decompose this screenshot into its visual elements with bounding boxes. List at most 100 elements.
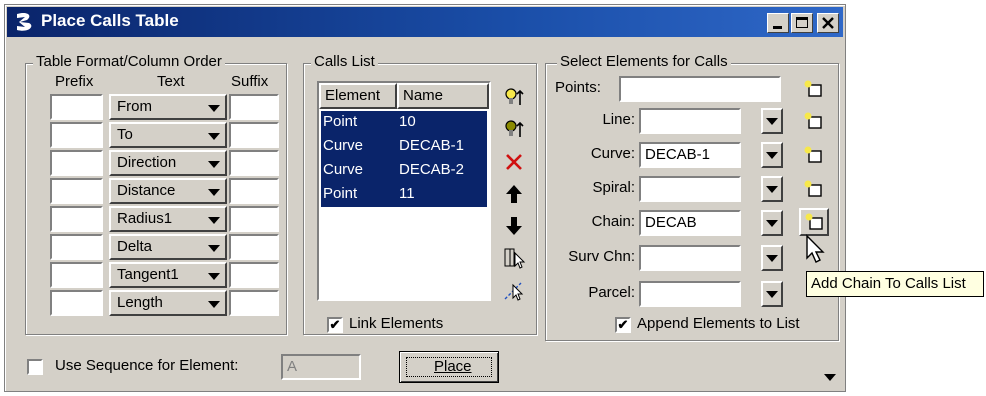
place-calls-table-window: Place Calls Table Table Format/Column Or… [4,4,846,392]
suffix-input-6[interactable] [229,234,279,260]
text-combo-5[interactable]: Radius1 [109,206,227,232]
chain-label: Chain: [591,213,635,230]
close-button[interactable] [817,13,839,33]
curve-label: Curve: [590,145,635,162]
chevron-down-icon [766,152,778,159]
suffix-input-2[interactable] [229,122,279,148]
use-sequence-checkbox[interactable] [27,359,43,375]
chevron-down-icon [766,255,778,262]
text-combo-7[interactable]: Tangent1 [109,262,227,288]
suffix-input-7[interactable] [229,262,279,288]
prefix-header: Prefix [55,73,94,90]
window-title: Place Calls Table [41,11,179,30]
maximize-button[interactable] [791,13,813,33]
text-combo-2[interactable]: To [109,122,227,148]
prefix-input-4[interactable] [50,178,103,204]
spiral-input[interactable] [639,176,741,202]
chevron-down-icon [208,189,220,196]
chevron-down-icon [208,273,220,280]
surv-chn-input[interactable] [639,245,741,271]
sequence-input[interactable]: A [281,354,361,380]
line-dropdown-button[interactable] [761,108,783,134]
prefix-input-6[interactable] [50,234,103,260]
prefix-input-3[interactable] [50,150,103,176]
add-single-element-icon[interactable] [501,85,527,111]
append-elements-checkbox[interactable]: ✔ [615,317,631,333]
use-sequence-label: Use Sequence for Element: [55,357,239,374]
mouse-cursor-icon [806,234,825,263]
text-combo-4[interactable]: Distance [109,178,227,204]
prefix-input-7[interactable] [50,262,103,288]
delete-icon[interactable] [501,149,527,175]
surv-chn-label: Surv Chn: [568,248,635,265]
add-all-elements-icon[interactable] [501,117,527,143]
suffix-input-8[interactable] [229,290,279,316]
line-label: Line: [602,111,635,128]
surv-chn-dropdown-button[interactable] [761,245,783,271]
chevron-down-icon [766,186,778,193]
parcel-dropdown-button[interactable] [761,281,783,307]
text-combo-8[interactable]: Length [109,290,227,316]
curve-dropdown-button[interactable] [761,142,783,168]
list-item[interactable]: Point 11 [321,183,487,207]
chevron-down-icon [208,133,220,140]
curve-input[interactable]: DECAB-1 [639,142,741,168]
table-format-group-title: Table Format/Column Order [33,53,225,70]
chevron-down-icon [766,118,778,125]
points-input[interactable] [619,76,781,102]
text-combo-1[interactable]: From [109,94,227,120]
locate-line-icon[interactable] [801,109,827,135]
append-elements-label: Append Elements to List [637,315,800,332]
locate-points-icon[interactable] [801,77,827,103]
close-icon [822,17,834,29]
title-bar[interactable]: Place Calls Table [7,7,843,37]
calls-list[interactable]: Element Name Point 10 Curve DECAB-1 Curve D… [317,81,491,301]
minimize-button[interactable] [767,13,789,33]
spiral-label: Spiral: [592,179,635,196]
text-combo-3[interactable]: Direction [109,150,227,176]
chain-dropdown-button[interactable] [761,210,783,236]
list-item[interactable]: Curve DECAB-1 [321,135,487,159]
locate-chain-icon [805,213,823,230]
suffix-input-5[interactable] [229,206,279,232]
prefix-input-5[interactable] [50,206,103,232]
parcel-input[interactable] [639,281,741,307]
locate-curve-icon[interactable] [801,143,827,169]
list-item[interactable]: Point 10 [321,111,487,135]
calls-list-group-title: Calls List [311,53,378,70]
expand-arrow-icon[interactable] [823,373,837,383]
chevron-down-icon [208,301,220,308]
add-chain-button[interactable] [799,208,829,236]
identify-element-icon[interactable] [501,245,527,271]
chevron-down-icon [208,245,220,252]
select-elements-icon[interactable] [501,277,527,303]
link-elements-checkbox[interactable]: ✔ [327,317,343,333]
chevron-down-icon [208,217,220,224]
select-elements-group-title: Select Elements for Calls [557,53,731,70]
prefix-input-1[interactable] [50,94,103,120]
chevron-down-icon [208,161,220,168]
chevron-down-icon [766,291,778,298]
list-item[interactable]: Curve DECAB-2 [321,159,487,183]
chevron-down-icon [208,105,220,112]
move-up-icon[interactable] [501,181,527,207]
locate-spiral-icon[interactable] [801,177,827,203]
line-input[interactable] [639,108,741,134]
tooltip: Add Chain To Calls List [806,271,984,297]
text-combo-6[interactable]: Delta [109,234,227,260]
suffix-input-3[interactable] [229,150,279,176]
suffix-input-4[interactable] [229,178,279,204]
chevron-down-icon [766,220,778,227]
points-label: Points: [555,79,601,96]
suffix-input-1[interactable] [229,94,279,120]
move-down-icon[interactable] [501,213,527,239]
chain-input[interactable]: DECAB [639,210,741,236]
place-button[interactable]: Place [399,351,499,383]
column-header-name[interactable]: Name [397,83,489,109]
column-header-element[interactable]: Element [319,83,397,109]
spiral-dropdown-button[interactable] [761,176,783,202]
suffix-header: Suffix [231,73,269,90]
text-header: Text [157,73,185,90]
prefix-input-8[interactable] [50,290,103,316]
prefix-input-2[interactable] [50,122,103,148]
